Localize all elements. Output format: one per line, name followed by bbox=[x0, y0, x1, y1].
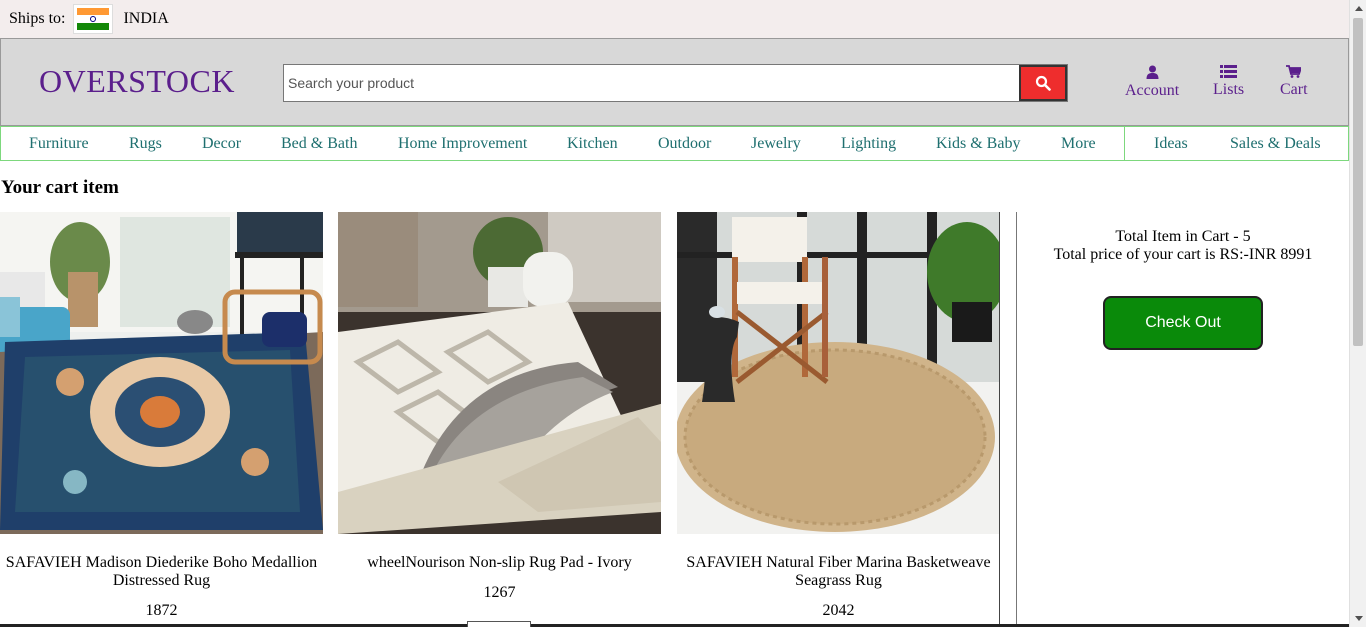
search-bar bbox=[283, 64, 1068, 102]
product-image[interactable] bbox=[338, 212, 661, 534]
scroll-down-arrow[interactable] bbox=[1350, 610, 1366, 627]
site-header: OVERSTOCK Account Lists Cart bbox=[0, 38, 1349, 126]
nav-item-bed-bath[interactable]: Bed & Bath bbox=[281, 135, 357, 153]
nav-item-lighting[interactable]: Lighting bbox=[841, 135, 896, 153]
product-image[interactable] bbox=[677, 212, 1000, 534]
nav-item-rugs[interactable]: Rugs bbox=[129, 135, 162, 153]
cart-product-card: SAFAVIEH Madison Diederike Boho Medallio… bbox=[0, 212, 323, 620]
cart-summary: Total Item in Cart - 5 Total price of yo… bbox=[1017, 228, 1349, 264]
nav-item-kitchen[interactable]: Kitchen bbox=[567, 135, 618, 153]
user-icon bbox=[1146, 65, 1159, 79]
cart-button[interactable]: Cart bbox=[1280, 65, 1308, 99]
product-name[interactable]: SAFAVIEH Madison Diederike Boho Medallio… bbox=[0, 554, 323, 590]
search-button[interactable] bbox=[1019, 65, 1067, 101]
list-icon bbox=[1220, 65, 1238, 78]
ships-to-country[interactable]: INDIA bbox=[123, 10, 168, 28]
nav-item-home-improvement[interactable]: Home Improvement bbox=[398, 135, 527, 153]
lists-label: Lists bbox=[1213, 81, 1245, 98]
nav-item-ideas[interactable]: Ideas bbox=[1154, 135, 1188, 153]
search-input[interactable] bbox=[284, 65, 1019, 101]
lists-button[interactable]: Lists bbox=[1213, 65, 1244, 99]
nav-item-furniture[interactable]: Furniture bbox=[29, 135, 89, 153]
nav-item-outdoor[interactable]: Outdoor bbox=[658, 135, 711, 153]
product-price: 1267 bbox=[483, 584, 516, 601]
nav-item-kids-baby[interactable]: Kids & Baby bbox=[936, 135, 1020, 153]
cart-label: Cart bbox=[1280, 81, 1308, 98]
nav-item-sales-deals[interactable]: Sales & Deals bbox=[1230, 135, 1321, 153]
nav-item-decor[interactable]: Decor bbox=[202, 135, 241, 153]
cart-product-card: SAFAVIEH Natural Fiber Marina Basketweav… bbox=[677, 212, 1000, 620]
vertical-scrollbar[interactable] bbox=[1349, 0, 1366, 627]
total-items-text: Total Item in Cart - 5 bbox=[1115, 228, 1251, 245]
product-price: 2042 bbox=[822, 602, 855, 619]
account-button[interactable]: Account bbox=[1125, 65, 1179, 100]
scrollbar-thumb[interactable] bbox=[1353, 18, 1363, 346]
nav-divider bbox=[1124, 127, 1125, 160]
ships-to-bar: Ships to: INDIA bbox=[0, 0, 1349, 38]
ships-to-label: Ships to: bbox=[9, 10, 66, 27]
site-logo[interactable]: OVERSTOCK bbox=[39, 63, 235, 100]
total-price-text: Total price of your cart is RS:-INR 8991 bbox=[1053, 246, 1313, 263]
search-icon bbox=[1035, 75, 1051, 91]
partial-button[interactable] bbox=[467, 621, 531, 627]
product-name[interactable]: wheelNourison Non-slip Rug Pad - Ivory bbox=[338, 554, 661, 572]
chevron-down-icon bbox=[1354, 616, 1363, 621]
products-divider bbox=[999, 212, 1000, 627]
nav-item-jewelry[interactable]: Jewelry bbox=[751, 135, 801, 153]
product-name[interactable]: SAFAVIEH Natural Fiber Marina Basketweav… bbox=[677, 554, 1000, 590]
summary-divider bbox=[1016, 212, 1017, 627]
india-flag-icon bbox=[73, 4, 114, 34]
cart-icon bbox=[1286, 65, 1302, 78]
product-image[interactable] bbox=[0, 212, 323, 534]
nav-item-more[interactable]: More bbox=[1061, 135, 1096, 153]
chevron-up-icon bbox=[1354, 6, 1363, 11]
checkout-button[interactable]: Check Out bbox=[1103, 296, 1263, 350]
scroll-up-arrow[interactable] bbox=[1350, 0, 1366, 17]
product-price: 1872 bbox=[145, 602, 178, 619]
cart-product-card: wheelNourison Non-slip Rug Pad - Ivory 1… bbox=[338, 212, 661, 602]
account-label: Account bbox=[1125, 82, 1180, 99]
category-nav: Furniture Rugs Decor Bed & Bath Home Imp… bbox=[0, 126, 1349, 161]
cart-title: Your cart item bbox=[1, 177, 119, 198]
